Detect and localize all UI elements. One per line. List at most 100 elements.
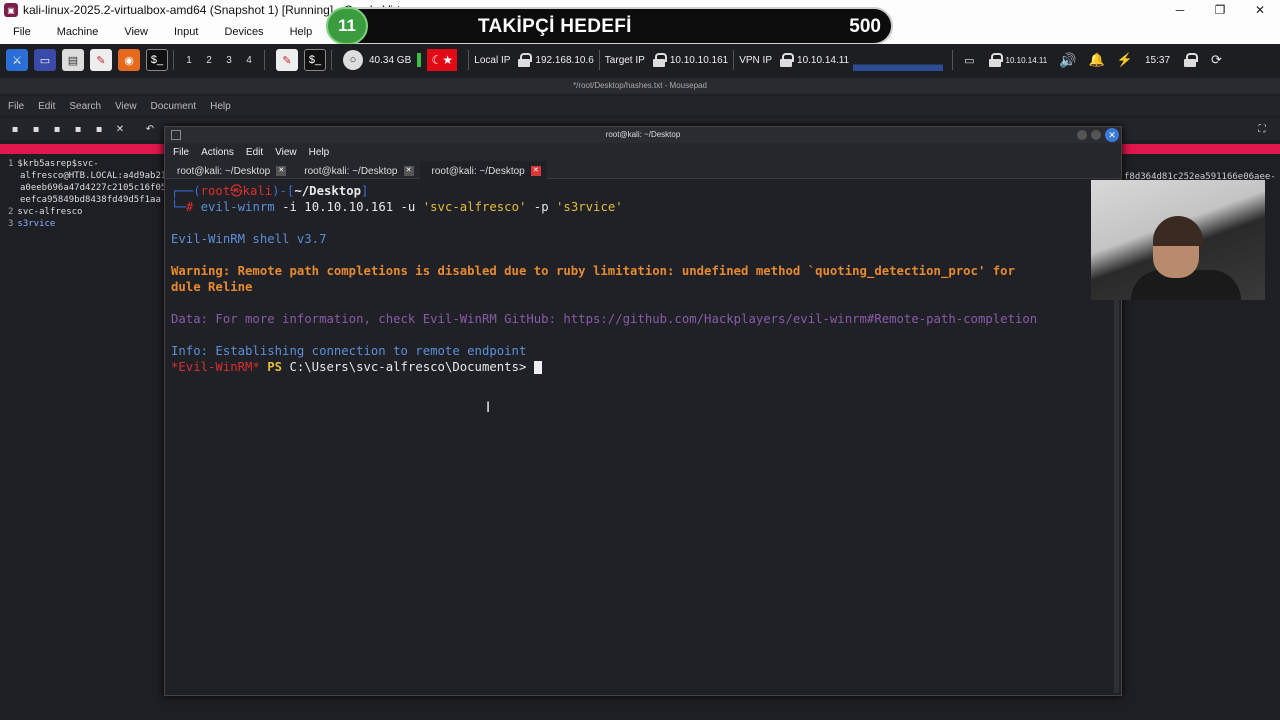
webcam-person-hair (1153, 216, 1203, 246)
lock-icon (652, 53, 667, 67)
workspace-1[interactable]: 1 (179, 55, 199, 66)
data-line: Data: For more information, check Evil-W… (171, 312, 1038, 326)
tab-label: root@kali: ~/Desktop (304, 165, 398, 177)
terminal-tab-active[interactable]: root@kali: ~/Desktop ✕ (419, 161, 547, 179)
panel-separator (598, 50, 600, 70)
terminal-output[interactable]: ┌──(root㉿kali)-[~/Desktop] └─# evil-winrm… (165, 179, 1121, 379)
notification-bell-icon[interactable]: 🔔 (1089, 52, 1105, 68)
mp-menu-view[interactable]: View (107, 101, 143, 112)
term-menu-actions[interactable]: Actions (193, 147, 238, 158)
command-line: └─# evil-winrm -i 10.10.10.161 -u 'svc-a… (171, 200, 623, 214)
panel-separator (264, 50, 265, 70)
webcam-overlay (1091, 180, 1265, 300)
fullscreen-icon[interactable]: ⛶ (1256, 124, 1268, 135)
menu-input[interactable]: Input (161, 26, 211, 38)
mp-menu-document[interactable]: Document (143, 101, 203, 112)
tab-close-icon[interactable]: ✕ (530, 166, 541, 176)
terminal-title: root@kali: ~/Desktop (605, 130, 681, 139)
banner-line: Evil-WinRM shell v3.7 (171, 232, 327, 246)
term-menu-edit[interactable]: Edit (238, 147, 267, 158)
terminal-tab[interactable]: root@kali: ~/Desktop ✕ (292, 161, 419, 179)
panel-separator (952, 50, 954, 70)
menu-file[interactable]: File (0, 26, 44, 38)
mp-menu-search[interactable]: Search (61, 101, 107, 112)
term-menu-file[interactable]: File (165, 147, 193, 158)
menu-view[interactable]: View (111, 26, 161, 38)
term-menu-view[interactable]: View (267, 147, 301, 158)
terminal-icon[interactable]: $_ (146, 49, 168, 71)
warning-line: Warning: Remote path completions is disa… (171, 264, 1015, 278)
terminal-task-icon[interactable]: $_ (304, 49, 326, 71)
panel-separator (173, 50, 174, 70)
new-window-icon[interactable]: ▪ (30, 124, 42, 135)
workspace-4[interactable]: 4 (239, 55, 259, 66)
kali-menu-icon[interactable]: ⚔ (6, 49, 28, 71)
show-desktop-icon[interactable]: ▭ (34, 49, 56, 71)
tab-label: root@kali: ~/Desktop (431, 165, 525, 177)
panel-separator (733, 50, 735, 70)
disk-icon: ○ (343, 50, 363, 70)
text-editor-icon[interactable]: ✎ (90, 49, 112, 71)
terminal-minimize-button[interactable] (1077, 130, 1087, 140)
terminal-tabs: root@kali: ~/Desktop ✕ root@kali: ~/Desk… (165, 161, 1121, 179)
editor-task-icon[interactable]: ✎ (276, 49, 298, 71)
kali-panel: ⚔ ▭ ▤ ✎ ◉ $_ 1 2 3 4 ✎ $_ ○ 40.34 GB ☾★ … (0, 44, 1280, 76)
vpn-ip-label: VPN IP (739, 54, 773, 66)
follower-count-badge: 11 (326, 7, 368, 45)
close-doc-icon[interactable]: ✕ (114, 124, 126, 135)
tab-label: root@kali: ~/Desktop (177, 165, 271, 177)
tab-close-icon[interactable]: ✕ (276, 166, 287, 176)
restore-button[interactable]: ❐ (1200, 0, 1240, 20)
follower-goal-target: 500 (849, 16, 881, 37)
close-button[interactable]: ✕ (1240, 0, 1280, 20)
menu-machine[interactable]: Machine (44, 26, 112, 38)
revert-icon[interactable]: ▪ (93, 124, 105, 135)
menu-devices[interactable]: Devices (211, 26, 276, 38)
volume-icon[interactable]: 🔊 (1059, 52, 1076, 69)
tun-ip-value: 10.10.14.11 (1005, 55, 1048, 65)
file-manager-icon[interactable]: ▤ (62, 49, 84, 71)
workspace-3[interactable]: 3 (219, 55, 239, 66)
lock-screen-icon[interactable] (1184, 53, 1199, 67)
terminal-menubar: File Actions Edit View Help (165, 143, 1121, 161)
terminal-titlebar: root@kali: ~/Desktop ✕ (165, 127, 1121, 143)
text-cursor (533, 361, 542, 374)
lock-icon (988, 53, 1003, 67)
terminal-close-button[interactable]: ✕ (1105, 128, 1119, 142)
editor-line: 2 svc-alfresco (8, 207, 83, 217)
mousepad-editor[interactable]: 1 $krb5asrep$svc- alfresco@HTB.LOCAL:a4d9… (8, 158, 168, 230)
minimize-button[interactable]: ─ (1160, 0, 1200, 20)
panel-separator (331, 50, 332, 70)
disk-level-icon (417, 53, 422, 67)
save-as-icon[interactable]: ▪ (72, 124, 84, 135)
mp-menu-edit[interactable]: Edit (30, 101, 61, 112)
tab-close-icon[interactable]: ✕ (403, 166, 414, 176)
term-menu-help[interactable]: Help (301, 147, 334, 158)
menu-help[interactable]: Help (277, 26, 326, 38)
firefox-icon[interactable]: ◉ (118, 49, 140, 71)
new-document-icon[interactable]: ▪ (9, 124, 21, 135)
terminal-tab[interactable]: root@kali: ~/Desktop ✕ (165, 161, 292, 179)
lock-icon (780, 53, 795, 67)
workspace-2[interactable]: 2 (199, 55, 219, 66)
network-graph (853, 49, 944, 71)
mp-menu-help[interactable]: Help (202, 101, 237, 112)
save-icon[interactable]: ▪ (51, 124, 63, 135)
lock-icon (518, 53, 533, 67)
logout-icon[interactable]: ⟳ (1211, 52, 1222, 68)
local-ip-label: Local IP (474, 54, 511, 66)
info-line: Info: Establishing connection to remote … (171, 344, 527, 358)
ps-prompt-line: *Evil-WinRM* PS C:\Users\svc-alfresco\Do… (171, 359, 1115, 375)
turkey-flag-icon: ☾★ (427, 49, 458, 71)
terminal-window[interactable]: root@kali: ~/Desktop ✕ File Actions Edit… (164, 126, 1122, 696)
follower-goal-overlay: 11 TAKİPÇİ HEDEFİ 500 (326, 7, 893, 45)
local-ip-value: 192.168.10.6 (535, 54, 594, 66)
mp-menu-file[interactable]: File (0, 101, 30, 112)
terminal-maximize-button[interactable] (1091, 130, 1101, 140)
undo-icon[interactable]: ↶ (144, 124, 156, 135)
power-manager-icon[interactable]: ⚡ (1117, 52, 1133, 68)
disk-usage: 40.34 GB (369, 54, 412, 66)
window-list-icon[interactable]: ▭ (964, 54, 974, 67)
target-ip-value: 10.10.10.161 (669, 54, 729, 66)
editor-line: alfresco@HTB.LOCAL:a4d9ab21 (20, 171, 167, 181)
